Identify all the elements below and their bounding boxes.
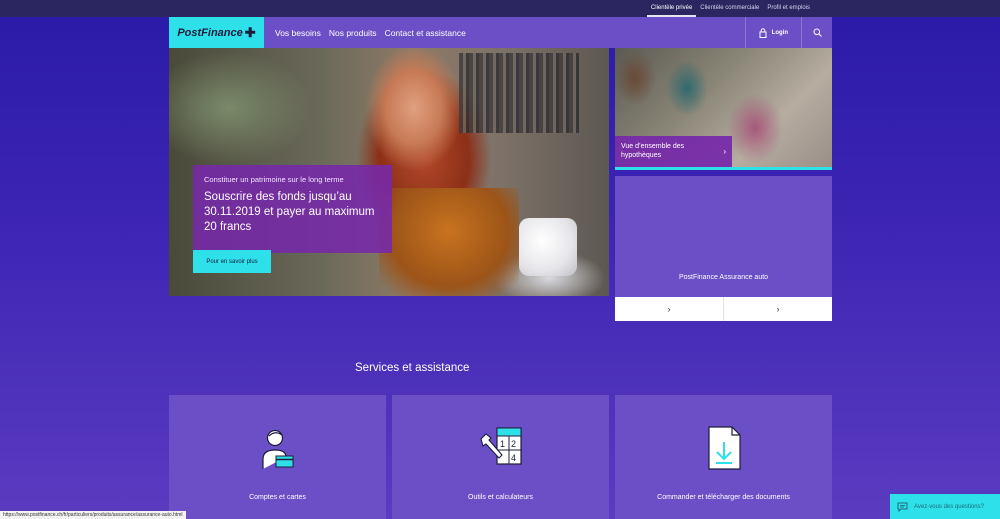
search-icon bbox=[813, 28, 822, 37]
hero-image-person bbox=[379, 188, 519, 296]
hero-image-mug bbox=[519, 218, 577, 276]
mortgage-teaser-label-box: Vue d’ensemble des hypothèques › bbox=[615, 136, 732, 167]
service-label-comptes-cartes: Comptes et cartes bbox=[249, 494, 306, 501]
service-card-outils-calculateurs[interactable]: 2 4 1 Outils et calculateurs bbox=[392, 395, 609, 519]
main-header: PostFinance ✚ Vos besoins Nos produits C… bbox=[169, 17, 832, 48]
hero-title: Souscrire des fonds jusqu’au 30.11.2019 … bbox=[204, 191, 375, 233]
primary-nav: Vos besoins Nos produits Contact et assi… bbox=[275, 28, 466, 38]
service-label-documents: Commander et télécharger des documents bbox=[657, 494, 790, 501]
logo-cross-icon: ✚ bbox=[244, 24, 256, 40]
car-insurance-card[interactable]: PostFinance Assurance auto bbox=[615, 176, 832, 297]
car-insurance-action-1[interactable]: › bbox=[615, 297, 723, 321]
hero-banner: Constituer un patrimoine sur le long ter… bbox=[169, 48, 609, 296]
hero-text-box: Constituer un patrimoine sur le long ter… bbox=[193, 165, 392, 253]
mortgage-teaser[interactable]: Vue d’ensemble des hypothèques › bbox=[615, 48, 832, 167]
car-insurance-title: PostFinance Assurance auto bbox=[678, 274, 769, 281]
services-heading: Services et assistance bbox=[355, 362, 470, 374]
nav-nos-produits[interactable]: Nos produits bbox=[329, 28, 377, 38]
car-insurance-actions: › › bbox=[615, 297, 832, 321]
utility-link-clientele-privee[interactable]: Clientèle privée bbox=[646, 0, 697, 17]
login-button[interactable]: Login bbox=[744, 17, 801, 48]
utility-nav: Clientèle privée Clientèle commerciale P… bbox=[0, 0, 1000, 17]
chevron-right-icon: › bbox=[723, 147, 726, 156]
logo-text: PostFinance bbox=[177, 26, 243, 39]
utility-link-profil-emplois[interactable]: Profil et emplois bbox=[763, 0, 814, 17]
utility-link-clientele-commerciale[interactable]: Clientèle commerciale bbox=[696, 0, 763, 17]
svg-text:4: 4 bbox=[511, 453, 516, 463]
mortgage-teaser-label: Vue d’ensemble des hypothèques bbox=[621, 143, 685, 159]
svg-text:2: 2 bbox=[511, 439, 516, 449]
person-card-icon bbox=[262, 429, 294, 469]
teaser-accent-bar bbox=[615, 167, 832, 170]
chat-bubble-icon bbox=[897, 502, 908, 512]
nav-contact-assistance[interactable]: Contact et assistance bbox=[385, 28, 466, 38]
service-card-comptes-cartes[interactable]: Comptes et cartes bbox=[169, 395, 386, 519]
nav-vos-besoins[interactable]: Vos besoins bbox=[275, 28, 321, 38]
svg-text:1: 1 bbox=[500, 439, 505, 449]
document-download-icon bbox=[708, 426, 741, 470]
chat-button[interactable]: Avez-vous des questions? bbox=[890, 494, 1000, 519]
status-bar-url: https://www.postfinance.ch/fr/particulie… bbox=[0, 511, 186, 519]
service-label-outils-calculateurs: Outils et calculateurs bbox=[468, 494, 533, 501]
hero-cta-button[interactable]: Pour en savoir plus bbox=[193, 250, 271, 273]
header-actions: Login bbox=[744, 17, 832, 48]
tools-calculator-icon: 2 4 1 bbox=[480, 427, 522, 465]
chat-label: Avez-vous des questions? bbox=[914, 503, 984, 510]
hero-kicker: Constituer un patrimoine sur le long ter… bbox=[204, 175, 344, 184]
hero-image-bookshelf bbox=[459, 53, 579, 133]
login-label: Login bbox=[771, 29, 788, 36]
service-card-documents[interactable]: Commander et télécharger des documents bbox=[615, 395, 832, 519]
car-insurance-action-2[interactable]: › bbox=[723, 297, 832, 321]
lock-icon bbox=[759, 27, 767, 38]
postfinance-logo[interactable]: PostFinance ✚ bbox=[169, 17, 264, 48]
search-button[interactable] bbox=[801, 17, 832, 48]
